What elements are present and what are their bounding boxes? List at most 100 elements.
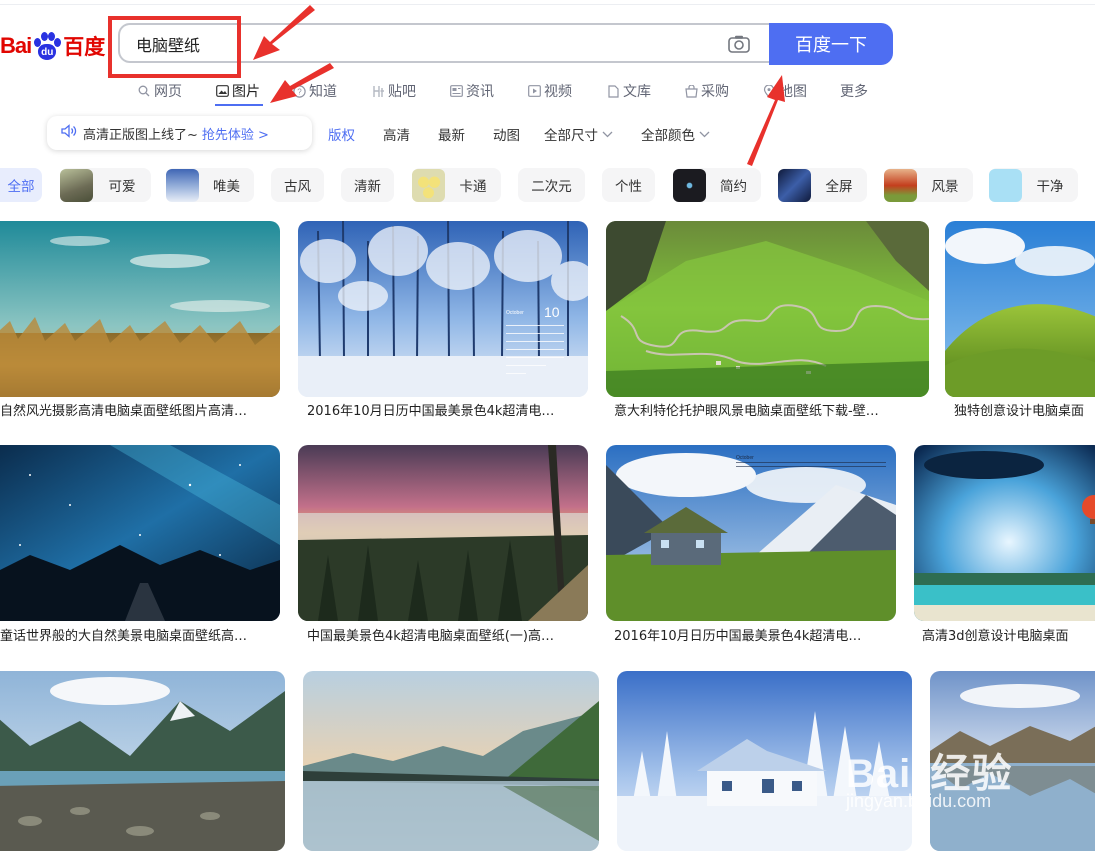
tab-label: 采购 (701, 84, 729, 100)
tag-label: 唯美 (213, 179, 240, 195)
doc-icon (606, 84, 620, 98)
tab-label: 知道 (309, 84, 337, 100)
tab-label: 更多 (840, 84, 868, 100)
chevron-down-icon (699, 126, 710, 142)
tab-video[interactable]: 视频 (527, 78, 572, 104)
filter-copyright[interactable]: 版权 (328, 124, 355, 144)
svg-text:?: ? (297, 87, 302, 96)
tag-label: 个性 (615, 179, 642, 195)
result-caption[interactable]: 独特创意设计电脑桌面 (954, 403, 1095, 421)
result-image-mountain-cabin[interactable]: October (606, 445, 896, 621)
tab-tieba[interactable]: 贴吧 (371, 78, 416, 104)
tab-zhidao[interactable]: ? 知道 (292, 78, 337, 104)
tag-chip-minimal[interactable]: 简约 (673, 168, 761, 202)
tag-label: 全部 (7, 179, 35, 195)
paw-icon: du (32, 31, 62, 61)
tab-label: 视频 (544, 84, 572, 100)
try-now-link[interactable]: 抢先体验 > (202, 124, 269, 143)
result-image-lake-reflection[interactable] (930, 671, 1095, 851)
tab-label: 文库 (623, 84, 651, 100)
filter-size-label: 全部尺寸 (544, 128, 598, 144)
annotation-highlight-box (108, 16, 241, 78)
tag-chip-all[interactable]: 全部 (0, 168, 42, 202)
tag-chip-fullscreen[interactable]: 全屏 (778, 168, 867, 202)
tag-chip-aesthetic[interactable]: 唯美 (166, 168, 254, 202)
result-image-green-hill[interactable] (945, 221, 1095, 397)
tab-web[interactable]: 网页 (137, 78, 182, 104)
tag-thumbnail (673, 168, 706, 202)
result-image-lake-mountains[interactable] (0, 671, 285, 851)
question-icon: ? (292, 84, 306, 98)
chevron-down-icon (602, 126, 613, 142)
result-caption[interactable]: 高清3d创意设计电脑桌面 (922, 628, 1095, 646)
search-button[interactable]: 百度一下 (769, 23, 893, 65)
tieba-icon (371, 84, 385, 98)
logo-chinese-text: 百度 (63, 35, 106, 59)
result-caption[interactable]: 2016年10月日历中国最美景色4k超清电… (614, 628, 894, 646)
tag-label: 卡通 (459, 179, 487, 195)
result-caption[interactable]: 童话世界般的大自然美景电脑桌面壁纸高… (0, 628, 280, 646)
camera-icon[interactable] (728, 35, 750, 57)
result-caption[interactable]: 2016年10月日历中国最美景色4k超清电… (307, 403, 587, 421)
tag-chip-fresh[interactable]: 清新 (341, 168, 394, 202)
tag-chip-ancient[interactable]: 古风 (271, 168, 324, 202)
tab-label: 贴吧 (388, 84, 416, 100)
filter-size-dropdown[interactable]: 全部尺寸 (544, 124, 613, 144)
tab-label: 网页 (154, 84, 182, 100)
calendar-month-text: 10 (544, 304, 560, 320)
tag-thumbnail (989, 168, 1022, 202)
tab-label: 地图 (779, 84, 807, 100)
calendar-label-text: October (506, 310, 524, 316)
news-icon (449, 84, 463, 98)
tag-thumbnail (778, 168, 811, 202)
result-image-lake-sunset[interactable] (303, 671, 599, 851)
tag-thumbnail (166, 168, 199, 202)
tab-wenku[interactable]: 文库 (606, 78, 651, 104)
logo-bai-text: Bai (0, 33, 32, 58)
tag-label: 古风 (284, 179, 311, 195)
result-image-green-valley[interactable] (606, 221, 929, 397)
tab-more[interactable]: 更多 (840, 78, 868, 104)
tag-chip-clean[interactable]: 干净 (989, 168, 1078, 202)
logo-du-text: du (38, 44, 57, 60)
result-image-grassland[interactable] (0, 221, 280, 397)
result-caption[interactable]: 意大利特伦托护眼风景电脑桌面壁纸下载-壁… (614, 403, 914, 421)
tab-map[interactable]: 地图 (762, 78, 807, 104)
result-image-snow-forest[interactable]: 10 October (298, 221, 588, 397)
result-image-starry-road[interactable] (0, 445, 280, 621)
tag-thumbnail (884, 168, 917, 202)
tag-chip-anime[interactable]: 二次元 (518, 168, 585, 202)
filter-latest[interactable]: 最新 (438, 124, 465, 144)
tag-label: 可爱 (108, 179, 136, 195)
notice-text: 高清正版图上线了~ (83, 127, 198, 143)
baidu-logo[interactable]: Bai du 百度 (0, 26, 105, 66)
result-image-balloon-beach[interactable] (914, 445, 1095, 621)
filter-animated[interactable]: 动图 (493, 124, 520, 144)
tag-chip-personality[interactable]: 个性 (602, 168, 655, 202)
tag-label: 全屏 (825, 179, 853, 195)
tag-chip-cartoon[interactable]: 卡通 (412, 168, 501, 202)
result-caption[interactable]: 中国最美景色4k超清电脑桌面壁纸(一)高… (307, 628, 587, 646)
tab-purchase[interactable]: 采购 (684, 78, 729, 104)
result-image-snow-house[interactable] (617, 671, 912, 851)
tag-chip-scenery[interactable]: 风景 (884, 168, 973, 202)
search-icon (137, 84, 151, 98)
result-caption[interactable]: 自然风光摄影高清电脑桌面壁纸图片高清… (0, 403, 280, 421)
tab-label: 图片 (232, 84, 260, 100)
speaker-icon (61, 124, 77, 142)
tab-news[interactable]: 资讯 (449, 78, 494, 104)
filter-color-dropdown[interactable]: 全部颜色 (641, 124, 710, 144)
cart-icon (684, 84, 698, 98)
tag-label: 干净 (1036, 179, 1064, 195)
tag-label: 二次元 (531, 179, 572, 195)
filter-color-label: 全部颜色 (641, 128, 695, 144)
filter-hd[interactable]: 高清 (383, 124, 410, 144)
active-tab-underline (215, 104, 263, 106)
tab-label: 资讯 (466, 84, 494, 100)
tag-chip-cute[interactable]: 可爱 (60, 168, 151, 202)
result-image-misty-forest[interactable] (298, 445, 588, 621)
hd-notice-banner[interactable]: 高清正版图上线了~ 抢先体验 > (47, 116, 312, 150)
image-icon (215, 84, 229, 98)
tab-images[interactable]: 图片 (215, 78, 260, 104)
tag-thumbnail (412, 168, 445, 202)
